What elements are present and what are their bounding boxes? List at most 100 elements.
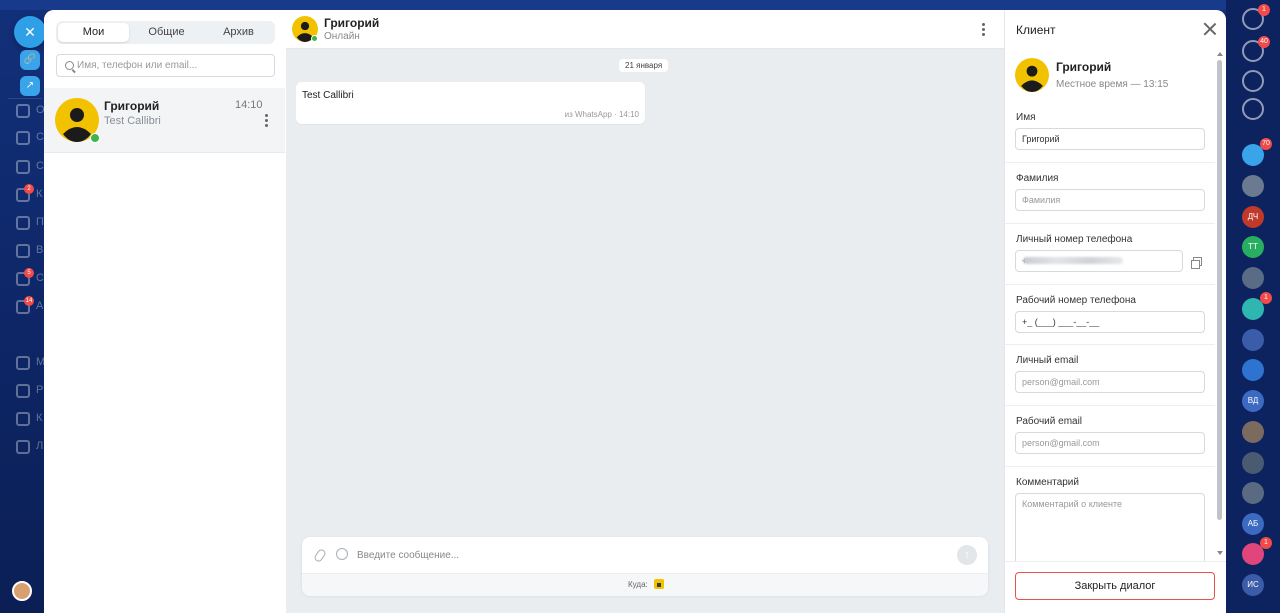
field-label: Фамилия [1016,173,1059,184]
contact-avatar[interactable] [1242,175,1264,197]
scrollbar-thumb[interactable] [1217,60,1222,520]
contact-avatar[interactable] [292,16,318,42]
work-phone-block: Рабочий номер телефона [1005,284,1215,345]
close-dialog-button[interactable]: Закрыть диалог [1015,572,1215,600]
menu-item-icon [16,104,30,118]
contact-avatar[interactable] [1242,421,1264,443]
chat-group-icon[interactable]: 70 [1242,138,1272,166]
message-text: Test Callibri [302,90,354,101]
channel-icon[interactable] [654,579,664,589]
emoji-icon[interactable] [336,548,348,560]
contact-status: Онлайн [324,31,360,42]
current-user-avatar[interactable] [12,581,32,601]
field-label: Имя [1016,112,1036,123]
chat-list-item[interactable]: Григорий Test Callibri 14:10 [44,88,285,153]
client-panel-footer: Закрыть диалог [1005,561,1226,613]
background-left-menu: ✕ 🔗 ↗ О С С 2 К П В 5 С 14 А М Р К Л [0,0,46,613]
field-label: Личный номер телефона [1016,234,1133,245]
chat-time: 14:10 [235,99,263,111]
field-label: Рабочий email [1016,416,1083,427]
conversation-panel: Григорий Онлайн 21 января Test Callibri … [286,10,1004,613]
chat-contact-name: Григорий [104,99,160,113]
scroll-up-icon[interactable] [1217,52,1223,56]
search-input[interactable] [77,57,269,74]
paperclip-icon[interactable] [312,547,328,564]
scroll-down-icon[interactable] [1217,551,1223,555]
contact-avatar[interactable]: ТТ [1242,236,1264,258]
group-chat-icon[interactable]: 1 [1242,537,1272,565]
contact-avatar[interactable] [1242,267,1264,289]
cart-icon [16,160,30,174]
message-bubble: Test Callibri из WhatsApp · 14:10 [296,82,645,124]
conversation-contact-name: Григорий [324,16,380,30]
link-icon[interactable]: 🔗 [20,50,40,70]
contact-avatar [55,98,100,143]
openlines-icon[interactable] [1242,70,1264,92]
contact-avatar[interactable] [1242,482,1264,504]
external-link-icon[interactable]: ↗ [20,76,40,96]
scrollbar[interactable] [1216,52,1223,563]
last-name-block: Фамилия [1005,162,1215,223]
personal-phone-block: Личный номер телефона [1005,223,1215,284]
work-phone-field[interactable] [1015,311,1205,333]
field-label: Личный email [1016,355,1079,366]
date-separator: 21 января [619,59,669,72]
message-meta: из WhatsApp · 14:10 [564,110,639,119]
message-input[interactable] [357,546,947,564]
tab-shared[interactable]: Общие [131,23,202,42]
tab-archive[interactable]: Архив [203,23,274,42]
send-button[interactable]: ↑ [957,545,977,565]
personal-email-block: Личный email [1005,344,1215,405]
more-vertical-icon[interactable] [265,114,268,129]
more-vertical-icon[interactable] [982,23,985,38]
right-sidebar: 1 40 70 ДЧ ТТ 1 ВД АБ 1 ИС [1226,0,1280,613]
bell-icon[interactable]: 40 [1242,36,1270,62]
client-local-time: Местное время — 13:15 [1056,79,1169,90]
chat-list-panel: Мои Общие Архив Григорий Test Callibri 1… [44,10,287,613]
bot-avatar[interactable]: 1 [1242,292,1272,320]
online-indicator [311,35,318,42]
chat-search [56,54,275,77]
conversation-header: Григорий Онлайн [286,10,1004,49]
user-profile-icon[interactable]: 1 [1242,4,1270,30]
tab-my[interactable]: Мои [58,23,129,42]
first-name-field[interactable] [1015,128,1205,150]
work-email-field[interactable] [1015,432,1205,454]
last-name-field[interactable] [1015,189,1205,211]
redacted-phone [1023,257,1123,264]
personal-email-field[interactable] [1015,371,1205,393]
search-chat-icon[interactable] [1242,98,1264,120]
online-indicator [90,133,100,143]
bookmark-icon[interactable] [1242,359,1264,381]
contact-avatar[interactable] [1242,452,1264,474]
background-topbar [0,0,1280,10]
menu-item-icon [16,440,30,454]
contact-avatar[interactable] [1242,329,1264,351]
client-panel: Клиент Григорий Местное время — 13:15 Им… [1004,10,1226,613]
comment-field[interactable] [1015,493,1205,561]
work-email-block: Рабочий email [1005,405,1215,466]
field-label: Рабочий номер телефона [1016,295,1136,306]
client-avatar [1015,58,1049,92]
contact-avatar[interactable]: ВД [1242,390,1264,412]
menu-item-icon [16,412,30,426]
message-composer: ↑ Куда: [302,537,988,596]
close-icon[interactable] [1203,22,1217,36]
search-icon [65,61,74,70]
edit-icon [16,216,30,230]
contact-center-window: Мои Общие Архив Григорий Test Callibri 1… [44,10,1226,613]
field-label: Комментарий [1016,477,1079,488]
comment-block: Комментарий [1005,466,1215,562]
close-widget-icon[interactable]: ✕ [14,16,46,48]
composer-footer: Куда: [302,573,988,596]
copy-icon[interactable] [1191,257,1202,269]
first-name-block: Имя [1005,102,1215,162]
client-name: Григорий [1056,60,1112,74]
contact-avatar[interactable]: АБ [1242,513,1264,535]
chart-icon [16,244,30,258]
contact-avatar[interactable]: ДЧ [1242,206,1264,228]
menu-item-icon [16,356,30,370]
route-label: Куда: [628,580,648,589]
chat-tabs: Мои Общие Архив [56,21,275,44]
contact-avatar[interactable]: ИС [1242,574,1264,596]
